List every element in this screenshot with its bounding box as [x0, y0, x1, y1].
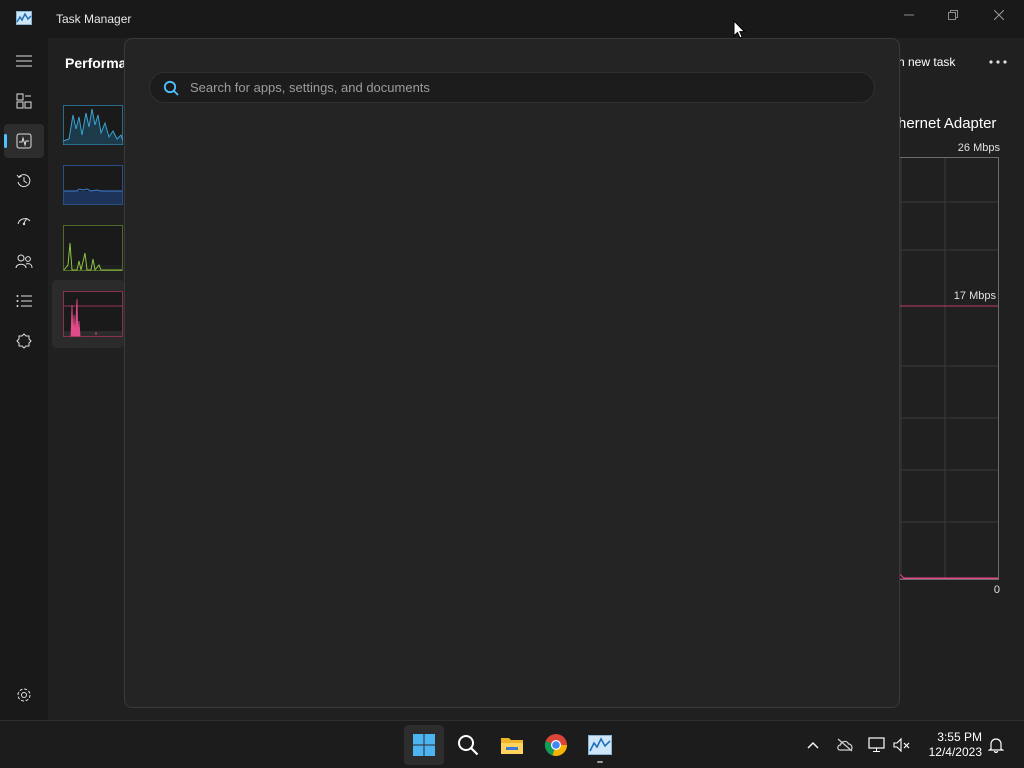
search-icon [457, 734, 479, 756]
task-manager-taskbar-button[interactable] [580, 725, 620, 765]
hamburger-menu-icon [16, 55, 32, 67]
chrome-button[interactable] [536, 725, 576, 765]
onedrive-tray-button[interactable] [835, 735, 855, 755]
nav-startup-apps[interactable] [4, 204, 44, 238]
memory-thumbnail-graph[interactable] [63, 165, 123, 205]
volume-muted-icon [893, 737, 911, 753]
run-new-task-button[interactable]: n new task [898, 55, 955, 69]
window-title: Task Manager [56, 12, 132, 26]
file-explorer-button[interactable] [492, 725, 532, 765]
bell-icon [988, 737, 1004, 753]
nav-services[interactable] [4, 324, 44, 358]
performance-icon [16, 133, 32, 149]
nav-performance[interactable] [4, 124, 44, 158]
details-icon [16, 294, 32, 308]
hamburger-menu-button[interactable] [4, 44, 44, 78]
folder-icon [500, 735, 524, 755]
ethernet-thumbnail-graph[interactable] [63, 291, 123, 337]
nav-processes[interactable] [4, 84, 44, 118]
restore-button[interactable] [930, 0, 976, 30]
taskbar-search-button[interactable] [448, 725, 488, 765]
clock-date: 12/4/2023 [928, 745, 982, 759]
task-manager-icon [16, 11, 32, 25]
restore-icon [948, 10, 958, 20]
windows-start-icon [412, 733, 436, 757]
nav-details[interactable] [4, 284, 44, 318]
processes-icon [16, 93, 32, 109]
cpu-thumbnail-graph[interactable] [63, 105, 123, 145]
chrome-icon [544, 733, 568, 757]
start-search-flyout [124, 38, 900, 708]
nav-users[interactable] [4, 244, 44, 278]
settings-button[interactable] [4, 678, 44, 712]
navigation-pane [0, 38, 48, 720]
notifications-button[interactable] [986, 735, 1006, 755]
minimize-icon [904, 10, 914, 20]
page-title: Performa [65, 55, 127, 71]
clock-time: 3:55 PM [937, 730, 982, 744]
show-hidden-icons-button[interactable] [803, 735, 823, 755]
startup-apps-icon [16, 213, 32, 229]
clock[interactable]: 3:55 PM 12/4/2023 [912, 730, 982, 760]
nav-app-history[interactable] [4, 164, 44, 198]
chart-min-label: 0 [993, 584, 1000, 596]
users-icon [15, 253, 33, 269]
start-button[interactable] [404, 725, 444, 765]
gear-icon [16, 687, 32, 703]
close-button[interactable] [976, 0, 1022, 30]
task-manager-icon [588, 735, 612, 755]
adapter-title: hernet Adapter [898, 115, 997, 132]
search-input[interactable] [190, 77, 860, 98]
more-dots-icon [989, 60, 1007, 64]
onedrive-offline-icon [836, 738, 854, 752]
taskbar: 3:55 PM 12/4/2023 [0, 720, 1024, 768]
services-icon [16, 333, 32, 349]
more-options-button[interactable] [986, 52, 1010, 72]
minimize-button[interactable] [886, 0, 932, 30]
app-history-icon [16, 173, 32, 189]
volume-tray-button[interactable] [892, 735, 912, 755]
title-bar: Task Manager [0, 0, 1024, 38]
close-icon [994, 10, 1004, 20]
search-icon [163, 80, 179, 96]
running-indicator [597, 761, 603, 763]
chart-max-label: 26 Mbps [957, 142, 1000, 154]
chart-mid-label: 17 Mbps [953, 290, 996, 302]
network-tray-button[interactable] [867, 735, 887, 755]
mouse-cursor-icon [733, 20, 747, 40]
search-box[interactable] [149, 72, 875, 103]
chevron-up-icon [807, 741, 819, 749]
network-icon [868, 737, 886, 753]
disk-thumbnail-graph[interactable] [63, 225, 123, 271]
